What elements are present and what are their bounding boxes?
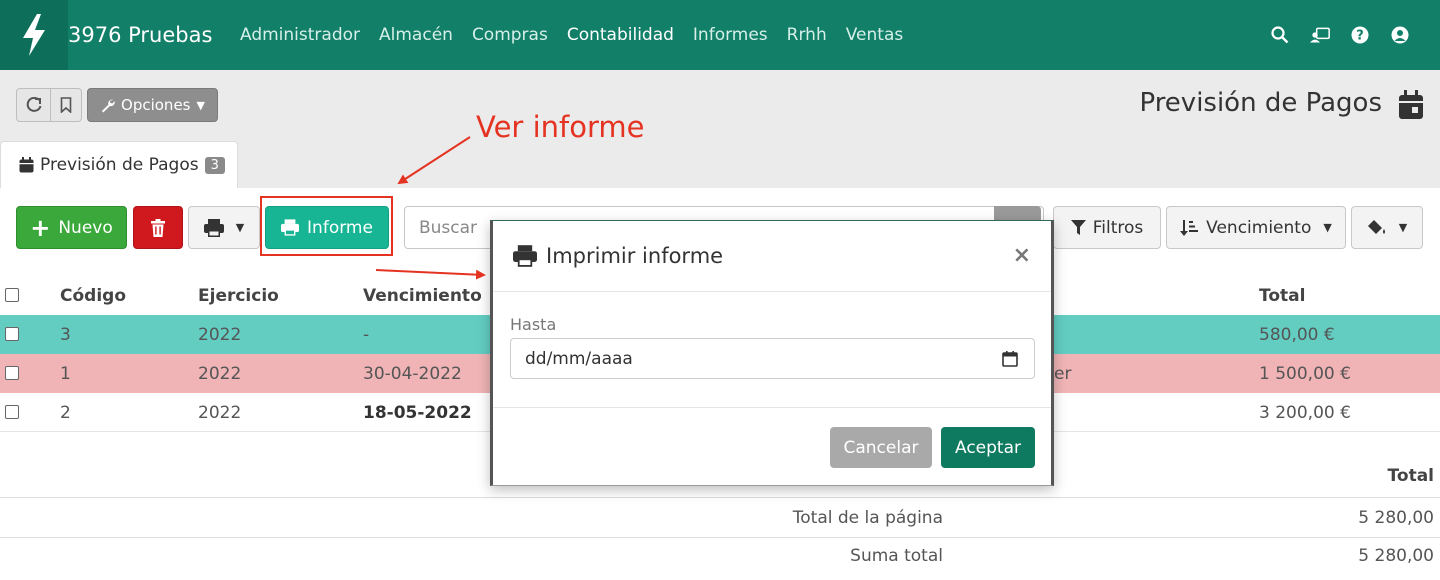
annotation-arrow — [375, 269, 486, 280]
user-icon[interactable] — [1390, 25, 1410, 45]
cell-ejercicio: 2022 — [198, 402, 242, 423]
calendar-icon — [1398, 90, 1424, 124]
modal-footer-divider — [493, 407, 1051, 408]
paint-bucket-icon — [1367, 220, 1385, 234]
help-icon[interactable]: ? — [1350, 25, 1370, 45]
column-header-vencimiento[interactable]: Vencimiento — [363, 276, 482, 315]
refresh-button[interactable] — [16, 88, 51, 122]
nav-links: Administrador Almacén Compras Contabilid… — [240, 25, 922, 45]
cell-ejercicio: 2022 — [198, 363, 242, 384]
wrench-icon — [101, 99, 115, 113]
bookmark-icon — [60, 97, 72, 113]
calendar-icon — [19, 157, 34, 173]
sort-icon — [1180, 219, 1199, 236]
svg-text:?: ? — [1356, 29, 1364, 44]
cancel-button[interactable]: Cancelar — [830, 427, 932, 468]
cell-partial-text: er — [1054, 363, 1072, 384]
hasta-date-input[interactable]: dd/mm/aaaa — [510, 338, 1035, 379]
caret-down-icon: ▼ — [196, 98, 205, 112]
calendar-icon[interactable] — [1002, 351, 1018, 367]
cell-total: 1 500,00 € — [1259, 363, 1351, 384]
search-icon[interactable] — [1270, 25, 1290, 45]
page-total-value: 5 280,00 — [1358, 508, 1434, 528]
plus-icon: + — [30, 213, 51, 242]
cell-vencimiento: 18-05-2022 — [363, 402, 472, 423]
nav-rrhh[interactable]: Rrhh — [787, 25, 827, 45]
annotation-highlight-box — [260, 196, 393, 256]
tab-count-badge: 3 — [204, 156, 225, 174]
nav-administrador[interactable]: Administrador — [240, 25, 360, 45]
delete-button[interactable] — [133, 206, 183, 249]
cell-total: 3 200,00 € — [1259, 402, 1351, 423]
row-checkbox[interactable] — [5, 366, 19, 380]
modal-title: Imprimir informe — [546, 244, 724, 268]
modal-header: Imprimir informe — [493, 221, 1051, 292]
filter-icon — [1070, 219, 1086, 235]
sort-label: Vencimiento — [1206, 217, 1312, 238]
hasta-label: Hasta — [510, 315, 557, 334]
accept-button[interactable]: Aceptar — [941, 427, 1035, 468]
cell-codigo: 3 — [60, 324, 71, 345]
print-dropdown-button[interactable]: ▼ — [188, 206, 260, 249]
filters-label: Filtros — [1092, 217, 1144, 238]
header-buttons: Opciones ▼ — [16, 88, 218, 122]
annotation-label: Ver informe — [476, 110, 645, 144]
refresh-icon — [26, 97, 41, 112]
cell-codigo: 1 — [60, 363, 71, 384]
trash-icon — [151, 218, 165, 237]
brand-logo[interactable] — [0, 0, 68, 70]
divider — [0, 537, 1440, 538]
nav-informes[interactable]: Informes — [693, 25, 768, 45]
row-checkbox[interactable] — [5, 405, 19, 419]
sum-total-value: 5 280,00 — [1358, 546, 1434, 566]
filters-button[interactable]: Filtros — [1053, 206, 1161, 249]
column-header-ejercicio[interactable]: Ejercicio — [198, 276, 279, 315]
row-checkbox[interactable] — [5, 327, 19, 341]
printer-icon — [513, 245, 537, 267]
top-navbar: 3976 Pruebas Administrador Almacén Compr… — [0, 0, 1440, 70]
new-label: Nuevo — [58, 217, 113, 238]
footer-total-header: Total — [1387, 466, 1434, 486]
nav-almacen[interactable]: Almacén — [379, 25, 453, 45]
sort-dropdown-button[interactable]: Vencimiento ▼ — [1166, 206, 1346, 249]
nav-compras[interactable]: Compras — [472, 25, 548, 45]
nav-contabilidad[interactable]: Contabilidad — [567, 25, 674, 45]
new-button[interactable]: + Nuevo — [16, 206, 127, 249]
nav-icons: ? — [1270, 0, 1410, 70]
cell-codigo: 2 — [60, 402, 71, 423]
date-placeholder: dd/mm/aaaa — [525, 348, 633, 369]
options-label: Opciones — [121, 96, 191, 114]
column-header-codigo[interactable]: Código — [60, 276, 126, 315]
lightning-icon — [23, 14, 45, 56]
caret-down-icon: ▼ — [1323, 221, 1332, 234]
page-total-label: Total de la página — [792, 508, 943, 528]
divider — [0, 497, 1440, 498]
brand-name[interactable]: 3976 Pruebas — [68, 23, 240, 47]
tab-prevision-pagos[interactable]: Previsión de Pagos 3 — [0, 141, 238, 188]
caret-down-icon: ▼ — [235, 221, 245, 234]
cell-vencimiento: 30-04-2022 — [363, 363, 462, 384]
printer-icon — [203, 218, 224, 237]
cell-vencimiento: - — [363, 324, 370, 345]
select-all-checkbox[interactable] — [5, 288, 19, 302]
cell-total: 580,00 € — [1259, 324, 1335, 345]
column-header-total[interactable]: Total — [1259, 276, 1305, 315]
bookmark-button[interactable] — [51, 88, 82, 122]
close-icon[interactable]: × — [1013, 243, 1031, 268]
cell-ejercicio: 2022 — [198, 324, 242, 345]
tab-label: Previsión de Pagos — [40, 155, 199, 175]
color-dropdown-button[interactable]: ▼ — [1351, 206, 1423, 249]
sum-total-label: Suma total — [850, 546, 943, 566]
caret-down-icon: ▼ — [1398, 221, 1408, 234]
page-title: Previsión de Pagos — [1139, 88, 1382, 118]
contacts-icon[interactable] — [1310, 25, 1330, 45]
options-button[interactable]: Opciones ▼ — [87, 88, 218, 122]
nav-ventas[interactable]: Ventas — [846, 25, 903, 45]
print-report-modal: Imprimir informe × Hasta dd/mm/aaaa Canc… — [490, 220, 1054, 486]
